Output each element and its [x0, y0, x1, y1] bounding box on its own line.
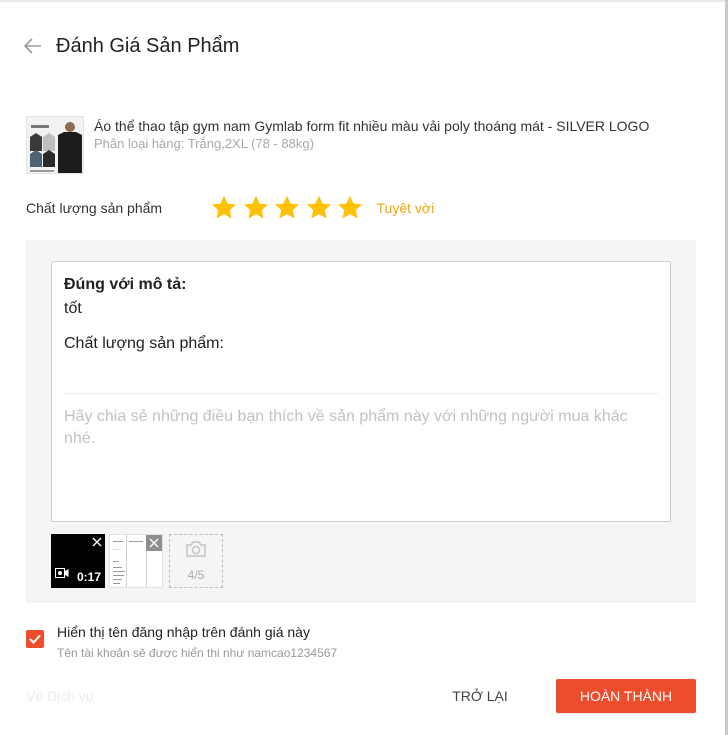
- video-camera-icon: [55, 565, 69, 583]
- star-icon[interactable]: [210, 194, 238, 222]
- rating-row: Chất lượng sản phẩm Tuyệt vời: [26, 193, 434, 223]
- review-textarea[interactable]: [64, 406, 660, 506]
- service-section-label: Về Dịch vụ: [26, 688, 94, 704]
- modal-header: Đánh Giá Sản Phẩm: [24, 32, 239, 60]
- review-box[interactable]: Đúng với mô tả: tốt Chất lượng sản phẩm:: [51, 261, 671, 522]
- rating-text: Tuyệt vời: [376, 200, 435, 216]
- product-thumbnail: [26, 116, 84, 174]
- star-icon[interactable]: [242, 194, 270, 222]
- show-username-label: Hiển thị tên đăng nhập trên đánh giá này: [57, 624, 310, 640]
- back-button[interactable]: TRỞ LẠI: [438, 679, 522, 713]
- close-icon[interactable]: [146, 535, 162, 551]
- product-name: Áo thể thao tập gym nam Gymlab form fit …: [94, 118, 650, 134]
- matches-description-value: tốt: [64, 300, 82, 317]
- complete-button[interactable]: HOÀN THÀNH: [556, 679, 696, 713]
- camera-icon: [186, 540, 206, 562]
- product-summary: Áo thể thao tập gym nam Gymlab form fit …: [26, 116, 649, 174]
- image-thumbnail[interactable]: [109, 534, 163, 588]
- close-icon[interactable]: [89, 534, 105, 550]
- modal-top-edge: [0, 0, 728, 2]
- matches-description-label: Đúng với mô tả:: [64, 276, 187, 293]
- star-icon[interactable]: [305, 194, 333, 222]
- star-icon[interactable]: [336, 194, 364, 222]
- product-variant: Phân loại hàng: Trắng,2XL (78 - 88kg): [94, 136, 314, 151]
- divider: [64, 393, 658, 394]
- quality-label: Chất lượng sản phẩm:: [64, 335, 224, 352]
- star-rating[interactable]: [210, 194, 368, 222]
- media-row: 0:17 4/5: [51, 534, 223, 588]
- add-media-button[interactable]: 4/5: [169, 534, 223, 588]
- star-icon[interactable]: [273, 194, 301, 222]
- show-username-note: Tên tài khoản sẽ được hiển thị như namca…: [57, 646, 338, 658]
- media-count: 4/5: [187, 567, 205, 582]
- video-thumbnail[interactable]: 0:17: [51, 534, 105, 588]
- review-panel: Đúng với mô tả: tốt Chất lượng sản phẩm:…: [26, 240, 696, 603]
- show-username-checkbox[interactable]: [26, 630, 44, 648]
- rating-label: Chất lượng sản phẩm: [26, 200, 163, 216]
- video-duration: 0:17: [76, 570, 101, 584]
- page-title: Đánh Giá Sản Phẩm: [56, 34, 240, 57]
- arrow-left-icon[interactable]: [24, 34, 44, 58]
